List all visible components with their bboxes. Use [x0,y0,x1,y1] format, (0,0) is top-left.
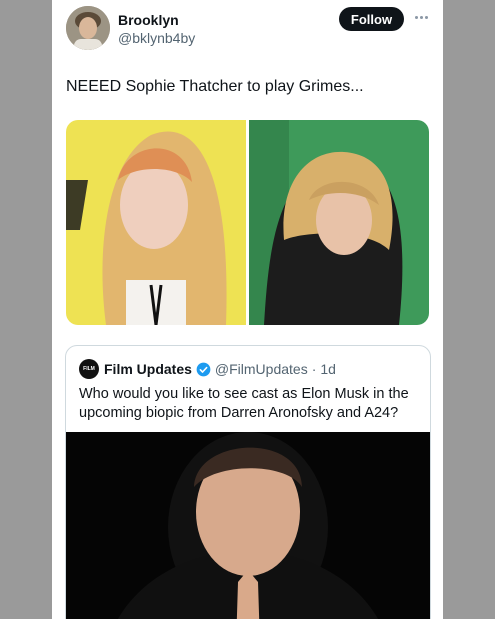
follow-button[interactable]: Follow [339,7,404,31]
tweet-media [66,120,429,325]
more-options-icon[interactable] [410,8,432,26]
tweet-card: Brooklyn @bklynb4by Follow NEEED Sophie … [52,0,443,619]
quoted-tweet-header: Film Updates @FilmUpdates · 1d [104,361,336,377]
quoted-tweet-photo[interactable] [66,432,430,619]
author-name[interactable]: Brooklyn [118,12,179,28]
tweet-photo-1[interactable] [66,120,246,325]
quoted-author-handle[interactable]: @FilmUpdates [215,361,308,377]
quoted-tweet-time[interactable]: 1d [320,361,336,377]
tweet-photo-2[interactable] [249,120,429,325]
quoted-tweet[interactable]: FILM Film Updates @FilmUpdates · 1d Who wo… [65,345,431,619]
photo-1-image [66,120,246,325]
verified-badge-icon [196,362,211,376]
quoted-tweet-separator: · [311,361,317,377]
photo-2-image [249,120,429,325]
tweet-text: NEEED Sophie Thatcher to play Grimes... [66,78,364,95]
author-handle[interactable]: @bklynb4by [118,30,195,46]
quoted-photo-image [66,432,430,619]
quoted-tweet-text: Who would you like to see cast as Elon M… [79,386,409,421]
author-avatar[interactable] [66,6,110,50]
quoted-author-name[interactable]: Film Updates [104,361,192,377]
author-avatar-image [66,6,110,50]
quoted-author-avatar[interactable]: FILM [79,359,99,379]
